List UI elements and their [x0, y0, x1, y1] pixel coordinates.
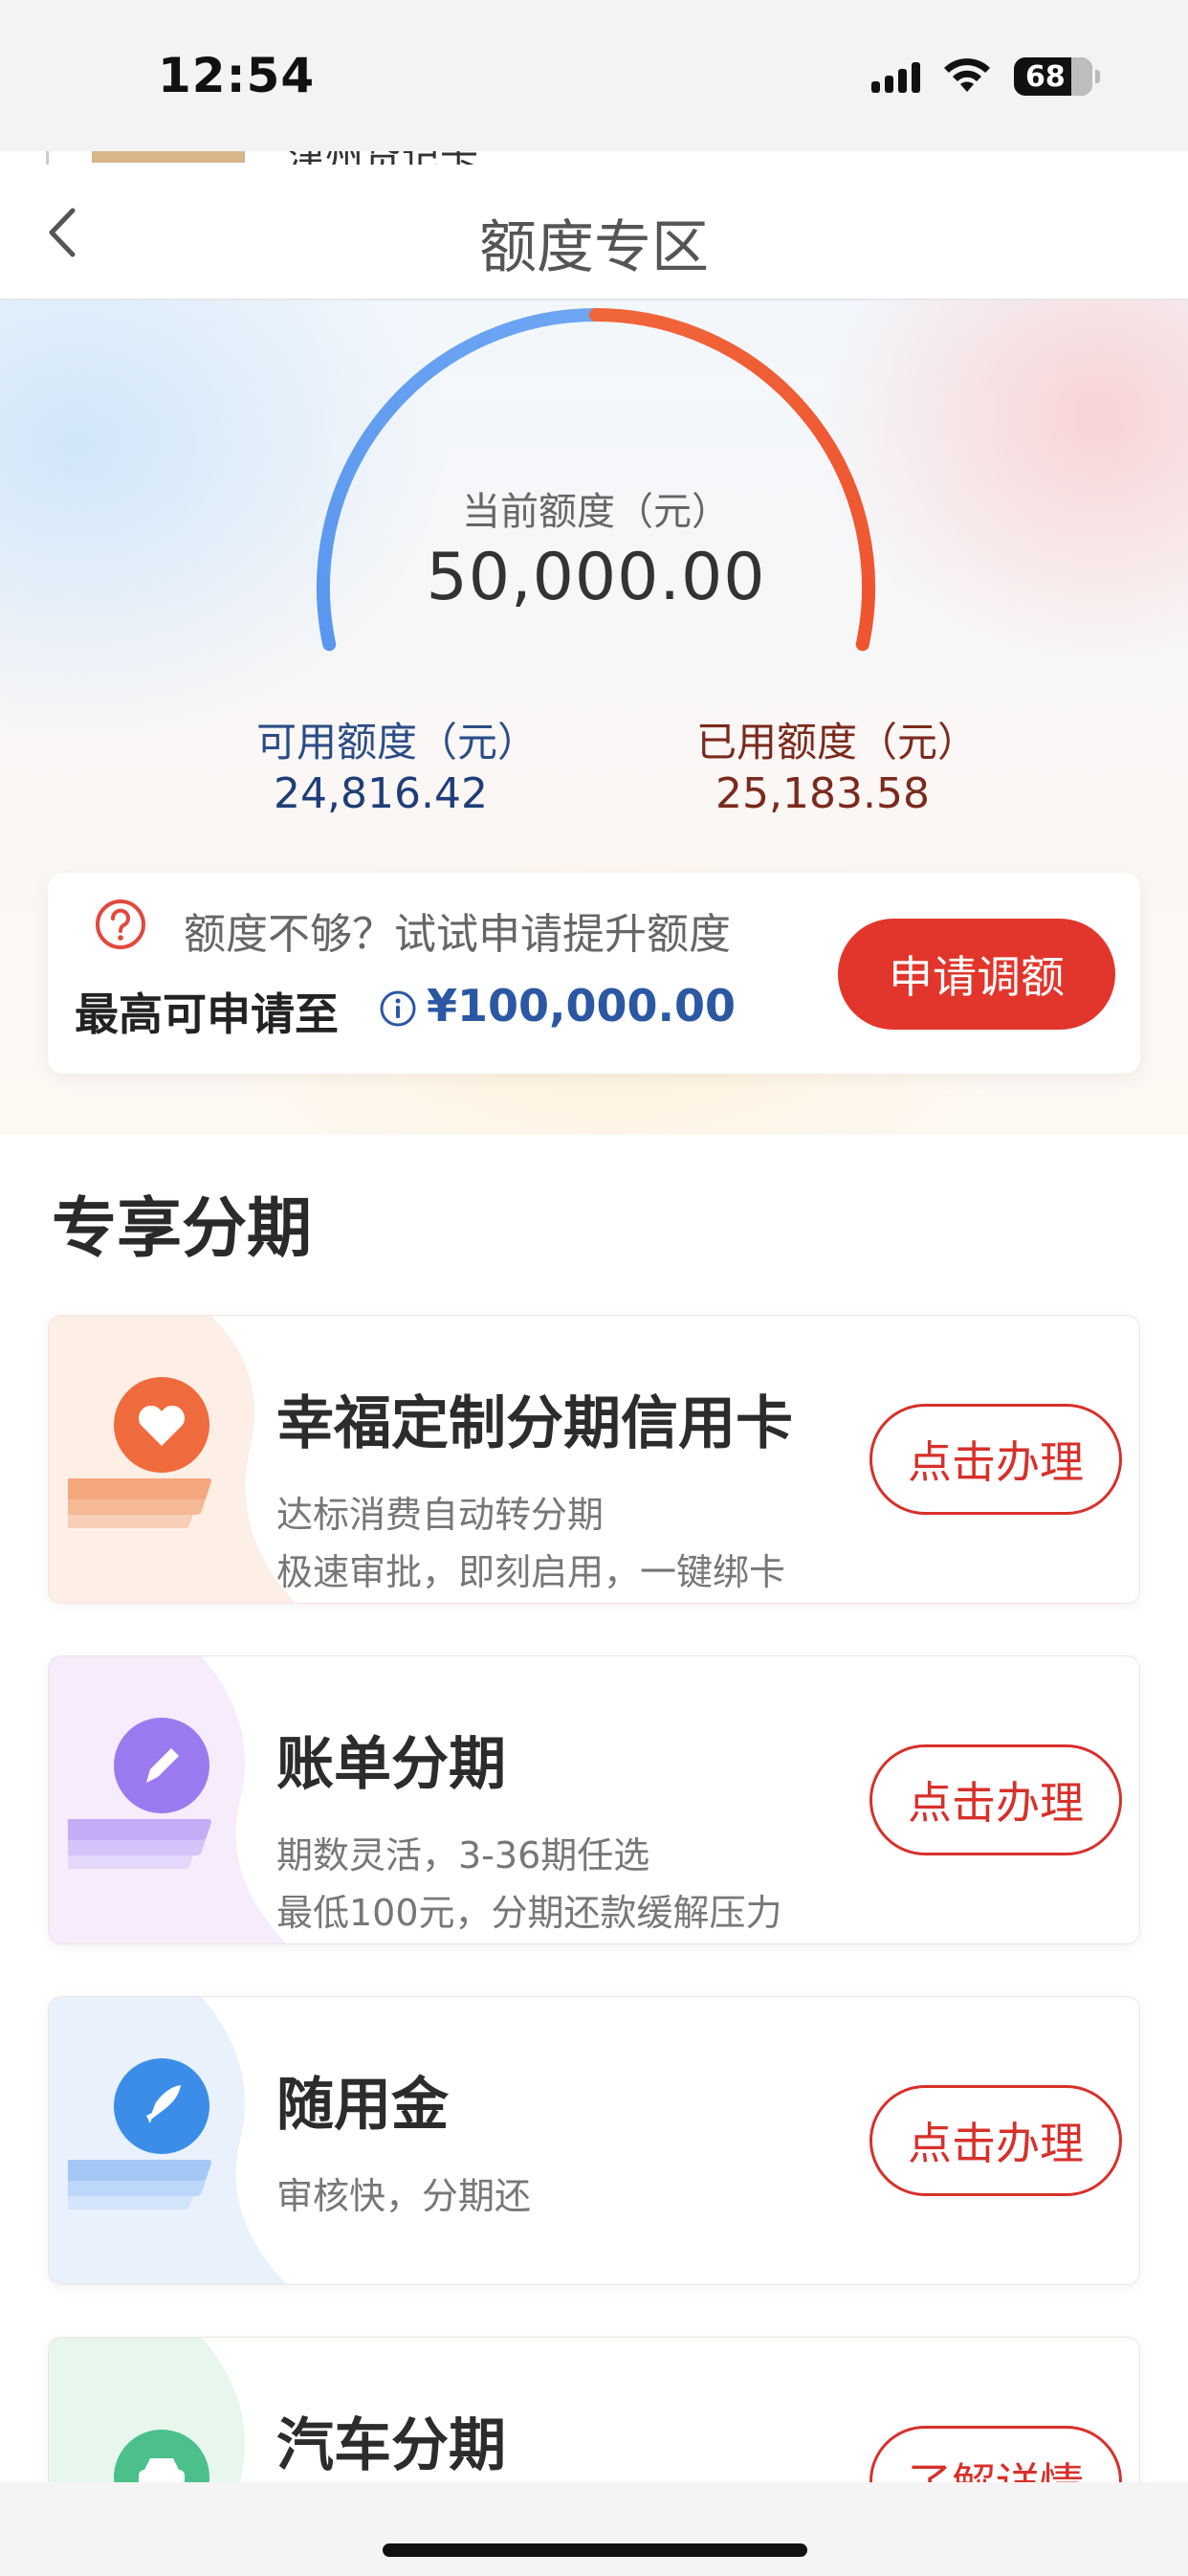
used-limit-label: 已用额度（元）: [696, 719, 979, 766]
home-indicator[interactable]: [383, 2543, 807, 2557]
apply-button[interactable]: 点击办理: [869, 2085, 1122, 2196]
product-title: 汽车分期: [276, 2412, 506, 2479]
current-limit-label: 当前额度（元）: [462, 490, 730, 534]
info-icon[interactable]: [379, 989, 417, 1028]
credit-gauge: 当前额度（元） 50,000.00: [304, 300, 888, 702]
pencil-icon: [68, 1718, 211, 1869]
quota-increase-card: 额度不够？试试申请提升额度 最高可申请至 ¥100,000.00 申请调额: [48, 873, 1140, 1074]
wifi-icon: [944, 58, 990, 92]
product-card-bill-installment[interactable]: 账单分期 期数灵活，3-36期任选 最低100元，分期还款缓解压力 点击办理: [48, 1655, 1140, 1944]
product-card-happiness-card[interactable]: 幸福定制分期信用卡 达标消费自动转分期 极速审批，即刻启用，一键绑卡 点击办理: [48, 1315, 1140, 1604]
product-desc: 期数灵活，3-36期任选 最低100元，分期还款缓解压力: [276, 1827, 782, 1942]
apply-button[interactable]: 点击办理: [869, 1744, 1122, 1855]
current-limit-value: 50,000.00: [426, 540, 766, 615]
product-desc-line: 最低100元，分期还款缓解压力: [276, 1892, 782, 1934]
product-desc-line: 极速审批，即刻启用，一键绑卡: [276, 1551, 786, 1593]
product-desc: 审核快，分期还: [276, 2167, 531, 2225]
card-thumbnail: [92, 151, 245, 163]
status-icons: 68: [871, 57, 1100, 96]
product-desc: 达标消费自动转分期 极速审批，即刻启用，一键绑卡: [276, 1486, 785, 1601]
product-desc-line: 审核快，分期还: [276, 2175, 532, 2217]
apply-limit-adjust-button[interactable]: 申请调额: [838, 919, 1115, 1030]
section-title: 专享分期: [52, 1191, 313, 1267]
battery-icon: 68: [1014, 57, 1100, 96]
available-limit-label: 可用额度（元）: [256, 719, 539, 766]
product-title: 幸福定制分期信用卡: [276, 1390, 793, 1457]
product-desc-line: 达标消费自动转分期: [276, 1494, 605, 1536]
product-card-flexible-cash[interactable]: 随用金 审核快，分期还 点击办理: [48, 1996, 1140, 2285]
product-desc-line: 期数灵活，3-36期任选: [276, 1834, 650, 1876]
product-title: 账单分期: [276, 1731, 506, 1798]
signal-icon: [871, 60, 920, 93]
status-bar: 12:54 68: [0, 0, 1188, 151]
product-title: 随用金: [276, 2072, 449, 2139]
background-page-text: 津州贷记卡: [287, 151, 478, 165]
home-bar-area: [0, 2482, 1188, 2576]
background-page-peek: 津州贷记卡: [0, 151, 1188, 165]
page-title: 额度专区: [479, 214, 709, 281]
nav-bar: 额度专区: [0, 165, 1188, 300]
max-limit-value: ¥100,000.00: [427, 980, 737, 1032]
max-limit-label: 最高可申请至: [75, 988, 339, 1040]
used-limit-value: 25,183.58: [715, 769, 930, 818]
credit-overview: 当前额度（元） 50,000.00 可用额度（元） 24,816.42 已用额度…: [0, 300, 1188, 1135]
quota-hint: 额度不够？试试申请提升额度: [184, 910, 731, 959]
available-limit-value: 24,816.42: [274, 769, 488, 818]
apply-button[interactable]: 点击办理: [869, 1404, 1122, 1515]
battery-level: 68: [1025, 59, 1066, 94]
rocket-icon: [68, 2058, 211, 2210]
heart-icon: [68, 1377, 211, 1528]
question-icon: [96, 899, 145, 949]
status-time: 12:54: [158, 48, 316, 103]
